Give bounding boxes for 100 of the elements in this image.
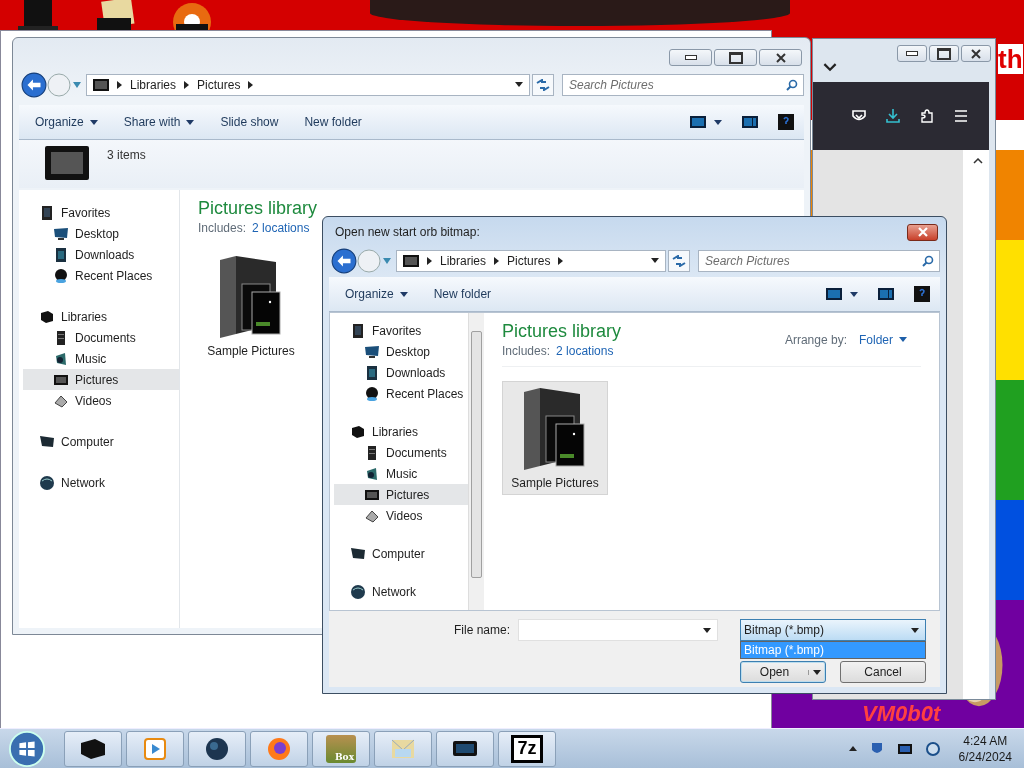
maximize-button[interactable] [929, 45, 959, 62]
refresh-icon [536, 78, 550, 91]
nav-item[interactable]: Network [23, 472, 179, 493]
minimize-button[interactable] [669, 49, 712, 66]
taskbar-button[interactable] [436, 730, 494, 767]
search-field[interactable]: Search Pictures [698, 249, 940, 272]
maximize-button[interactable] [714, 49, 757, 66]
chevron-right-icon [184, 80, 190, 89]
nav-item[interactable]: Network [334, 581, 468, 602]
nav-item[interactable]: Computer [23, 431, 179, 452]
nav-item[interactable]: Recent Places [334, 383, 468, 404]
toolbar-button[interactable]: New folder [427, 283, 498, 305]
toolbar-menu-button[interactable]: Organize [339, 283, 414, 305]
archive-icon: 7z [511, 734, 543, 763]
arrange-by-label: Arrange by: [784, 332, 847, 347]
nav-item[interactable]: Documents [334, 442, 468, 463]
taskbar-button[interactable] [188, 730, 246, 767]
help-icon[interactable] [778, 114, 794, 130]
breadcrumb[interactable]: Pictures [197, 77, 241, 92]
view-icon[interactable] [690, 116, 706, 128]
taskbar-button[interactable]: Box [312, 730, 370, 767]
globe-icon [203, 736, 231, 761]
folder-item[interactable]: Sample Pictures [198, 249, 304, 363]
nav-item[interactable]: Desktop [334, 341, 468, 362]
nav-item[interactable]: Favorites [23, 202, 179, 223]
minimize-button[interactable] [897, 45, 927, 62]
app-icon: Box [326, 734, 356, 763]
nav-item[interactable]: Pictures [23, 369, 179, 390]
picture-frame-icon [93, 78, 109, 91]
refresh-button[interactable] [532, 73, 554, 96]
toolbar-menu-button[interactable]: Share with [117, 111, 201, 133]
scroll-up-icon[interactable] [973, 158, 983, 164]
network-icon[interactable] [924, 740, 941, 757]
nav-item[interactable]: Desktop [23, 223, 179, 244]
wallpaper-text: VM0b0t [862, 700, 941, 727]
toolbar-button[interactable]: New folder [298, 111, 368, 133]
item-count: 3 items [107, 148, 146, 162]
includes-label: Includes: [502, 344, 551, 358]
cancel-button[interactable]: Cancel [840, 661, 926, 683]
music-icon [364, 465, 380, 482]
toolbar-button[interactable]: Slide show [214, 111, 285, 133]
back-button[interactable] [331, 247, 357, 274]
back-button[interactable] [21, 71, 47, 98]
close-button[interactable] [759, 49, 802, 66]
folder-item[interactable]: Sample Pictures [502, 381, 608, 495]
start-button[interactable] [8, 729, 46, 768]
breadcrumb[interactable]: Libraries [440, 253, 487, 268]
breadcrumb[interactable]: Pictures [507, 253, 551, 268]
nav-item[interactable]: Downloads [334, 362, 468, 383]
locations-link[interactable]: 2 locations [252, 221, 310, 235]
address-bar[interactable]: Libraries Pictures [396, 249, 666, 272]
breadcrumb[interactable]: Libraries [130, 77, 177, 92]
nav-item[interactable]: Music [334, 463, 468, 484]
nav-item[interactable]: Computer [334, 543, 468, 564]
dropdown-arrow-icon[interactable] [651, 258, 659, 263]
clock[interactable]: 4:24 AM 6/24/2024 [958, 732, 1012, 765]
caret-icon[interactable] [714, 119, 722, 125]
file-type-dropdown[interactable]: Bitmap (*.bmp) [740, 619, 926, 641]
chevron-down-icon[interactable] [823, 63, 837, 72]
show-hidden-icons-button[interactable] [848, 746, 857, 751]
scrollbar[interactable] [468, 313, 484, 610]
picture-frame-icon [45, 146, 89, 180]
open-button[interactable]: Open [740, 661, 826, 683]
toolbar-menu-button[interactable]: Organize [29, 111, 104, 133]
nav-item[interactable]: Downloads [23, 244, 179, 265]
preview-pane-icon[interactable] [742, 116, 758, 128]
nav-item[interactable]: Music [23, 348, 179, 369]
taskbar-button[interactable] [64, 730, 122, 767]
puzzle-icon[interactable] [919, 108, 935, 124]
nav-item[interactable]: Libraries [23, 306, 179, 327]
refresh-button[interactable] [668, 249, 690, 272]
nav-item[interactable]: Libraries [334, 421, 468, 442]
picture-frame-icon [403, 254, 419, 267]
dropdown-arrow-icon [911, 627, 919, 633]
nav-item[interactable]: Recent Places [23, 265, 179, 286]
globe-icon [350, 583, 366, 600]
search-field[interactable]: Search Pictures [562, 73, 804, 96]
caret-icon [899, 337, 907, 342]
taskbar-button[interactable]: 7z [498, 730, 556, 767]
caret-icon [186, 119, 195, 125]
monitor-icon [53, 225, 69, 242]
dropdown-arrow-icon[interactable] [515, 82, 523, 87]
music-icon [53, 350, 69, 367]
nav-item[interactable]: Pictures [334, 484, 468, 505]
nav-item[interactable]: Favorites [334, 320, 468, 341]
preview-pane-icon[interactable] [878, 288, 894, 300]
close-button[interactable] [961, 45, 991, 62]
close-button[interactable] [907, 223, 938, 241]
file-name-field[interactable] [518, 619, 718, 641]
arrange-by-dropdown[interactable]: Folder [859, 332, 907, 347]
nav-item[interactable]: Videos [23, 390, 179, 411]
address-bar[interactable]: Libraries Pictures [86, 73, 530, 96]
help-icon[interactable] [914, 286, 930, 302]
menu-icon[interactable] [953, 108, 969, 124]
locations-link[interactable]: 2 locations [556, 344, 614, 358]
view-icon[interactable] [826, 288, 842, 300]
caret-icon[interactable] [850, 291, 858, 297]
dropdown-arrow-icon [703, 627, 711, 633]
nav-item[interactable]: Videos [334, 505, 468, 526]
nav-item[interactable]: Documents [23, 327, 179, 348]
